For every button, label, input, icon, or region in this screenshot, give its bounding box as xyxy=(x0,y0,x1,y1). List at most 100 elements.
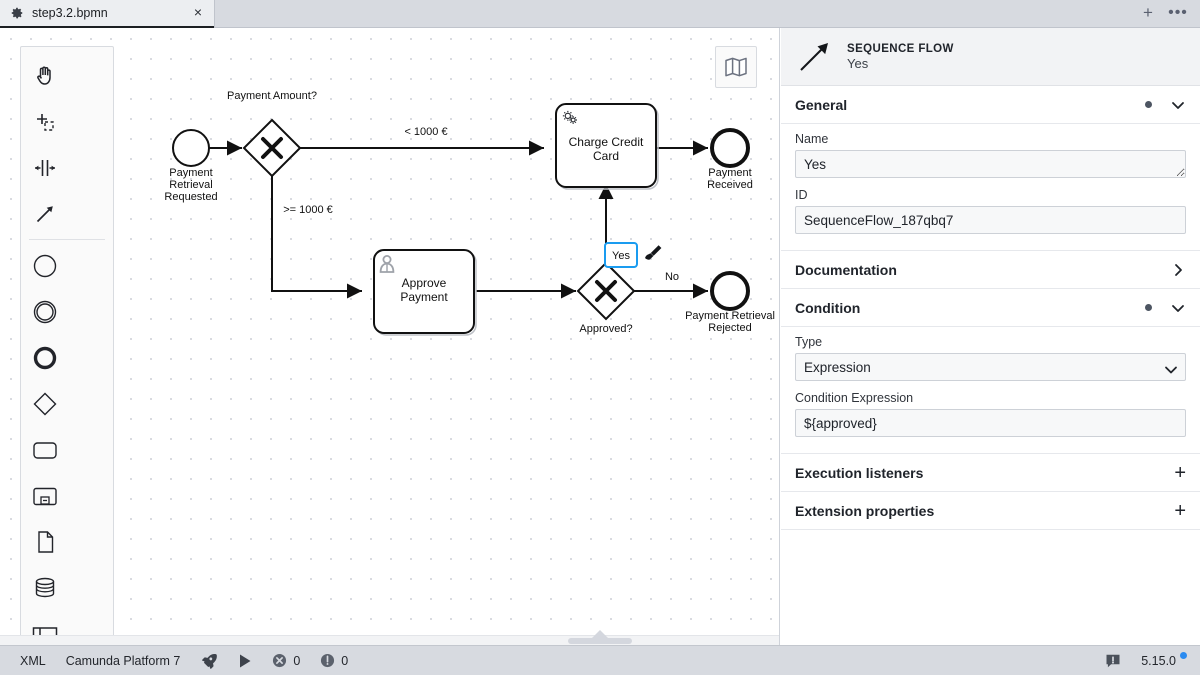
create-data-store-button[interactable] xyxy=(21,565,68,611)
end-event-payment-rejected-shape[interactable] xyxy=(712,273,748,309)
group-status-dot-condition xyxy=(1145,304,1152,311)
create-gateway-button[interactable] xyxy=(21,381,68,427)
new-tab-button[interactable]: + xyxy=(1136,2,1160,24)
gear-icon xyxy=(10,6,24,20)
deploy-button[interactable] xyxy=(190,646,228,675)
bpmn-canvas[interactable]: Payment Amount? Payment Retrieval Reques… xyxy=(0,28,780,645)
create-intermediate-event-button[interactable] xyxy=(21,289,68,335)
palette-tools xyxy=(21,53,113,237)
label-task-charge-credit-card-l2: Card xyxy=(593,149,619,163)
condition-expression-input[interactable] xyxy=(795,409,1186,437)
label-task-charge-credit-card: Charge Credit xyxy=(569,135,644,149)
feedback-icon xyxy=(1105,653,1121,669)
field-condition-expression: Condition Expression xyxy=(795,391,1186,437)
global-connect-tool-button[interactable] xyxy=(21,191,68,237)
error-icon xyxy=(272,653,287,668)
warning-count-button[interactable]: 0 xyxy=(310,646,358,675)
start-event-icon xyxy=(31,252,59,280)
field-label-condition-expression: Condition Expression xyxy=(795,391,1186,405)
field-label-name: Name xyxy=(795,132,1186,146)
task-icon xyxy=(30,436,60,464)
engine-profile-button[interactable]: Camunda Platform 7 xyxy=(56,646,191,675)
add-extension-property-button[interactable]: + xyxy=(1174,504,1186,518)
minimap-toggle-icon xyxy=(724,56,748,78)
label-task-approve-payment-l2: Payment xyxy=(400,290,448,304)
xml-label: XML xyxy=(20,654,46,668)
field-label-type: Type xyxy=(795,335,1186,349)
bpmn-diagram: Payment Amount? Payment Retrieval Reques… xyxy=(0,28,780,645)
data-store-icon xyxy=(31,574,59,602)
label-start-event-l2: Retrieval xyxy=(169,179,212,191)
start-event-shape[interactable] xyxy=(173,130,209,166)
label-gateway-payment-amount: Payment Amount? xyxy=(227,90,317,102)
label-flow-less-1000: < 1000 € xyxy=(404,126,447,138)
tab-step3-2-bpmn[interactable]: step3.2.bpmn × xyxy=(0,0,215,27)
lasso-tool-icon xyxy=(33,110,57,134)
gateway-payment-amount-shape[interactable] xyxy=(244,120,300,176)
label-flow-no: No xyxy=(665,271,679,283)
chevron-right-icon[interactable] xyxy=(1170,262,1186,278)
label-task-approve-payment: Approve xyxy=(402,276,447,290)
group-header-extension-properties[interactable]: Extension properties + xyxy=(781,492,1200,530)
intermediate-event-icon xyxy=(31,298,59,326)
group-title-documentation: Documentation xyxy=(795,262,1170,278)
data-object-icon xyxy=(31,528,59,556)
subprocess-icon xyxy=(30,482,60,510)
status-bar: XML Camunda Platform 7 0 xyxy=(0,645,1200,675)
space-tool-button[interactable] xyxy=(21,145,68,191)
group-title-extension-properties: Extension properties xyxy=(795,503,1174,519)
tab-title: step3.2.bpmn xyxy=(32,6,182,20)
group-title-general: General xyxy=(795,97,1145,113)
chevron-down-icon[interactable] xyxy=(1170,97,1186,113)
label-start-event: Payment xyxy=(169,167,212,179)
canvas-scrollbar-thumb[interactable] xyxy=(568,638,632,644)
minimap-toggle-button[interactable] xyxy=(715,46,757,88)
create-start-event-button[interactable] xyxy=(21,243,68,289)
run-button[interactable] xyxy=(228,646,262,675)
feedback-button[interactable] xyxy=(1095,646,1131,675)
group-body-condition: Type Expression Condition Expression xyxy=(781,327,1200,454)
xml-view-button[interactable]: XML xyxy=(10,646,56,675)
properties-header-text: SEQUENCE FLOW Yes xyxy=(847,43,954,71)
error-count-button[interactable]: 0 xyxy=(262,646,310,675)
group-title-condition: Condition xyxy=(795,300,1145,316)
canvas-horizontal-scrollbar[interactable] xyxy=(0,635,780,645)
engine-label: Camunda Platform 7 xyxy=(66,654,181,668)
properties-header: SEQUENCE FLOW Yes xyxy=(781,28,1200,86)
group-header-documentation[interactable]: Documentation xyxy=(781,251,1200,289)
lasso-tool-button[interactable] xyxy=(21,99,68,145)
create-task-button[interactable] xyxy=(21,427,68,473)
chevron-down-icon-condition[interactable] xyxy=(1170,300,1186,316)
create-subprocess-button[interactable] xyxy=(21,473,68,519)
tab-bar-more-button[interactable]: ••• xyxy=(1166,2,1190,24)
tab-close-icon[interactable]: × xyxy=(190,5,206,21)
create-end-event-button[interactable] xyxy=(21,335,68,381)
condition-type-select[interactable]: Expression xyxy=(795,353,1186,381)
global-connect-tool-icon xyxy=(33,202,57,226)
rocket-icon xyxy=(200,652,218,670)
warning-icon xyxy=(320,653,335,668)
label-gateway-approved: Approved? xyxy=(579,323,632,335)
group-header-execution-listeners[interactable]: Execution listeners + xyxy=(781,454,1200,492)
group-header-condition[interactable]: Condition xyxy=(781,289,1200,327)
update-available-dot xyxy=(1180,652,1187,659)
set-color-icon[interactable] xyxy=(645,245,661,260)
play-icon xyxy=(238,653,252,669)
properties-element-name: Yes xyxy=(847,56,954,71)
label-start-event-l3: Requested xyxy=(164,191,217,203)
name-input[interactable]: Yes xyxy=(795,150,1186,178)
add-execution-listener-button[interactable]: + xyxy=(1174,466,1186,480)
create-data-object-button[interactable] xyxy=(21,519,68,565)
label-end-payment-received: Payment xyxy=(708,167,751,179)
end-event-icon xyxy=(31,344,59,372)
group-header-general[interactable]: General xyxy=(781,86,1200,124)
gateway-approved-shape[interactable] xyxy=(578,263,634,319)
end-event-payment-received-shape[interactable] xyxy=(712,130,748,166)
hand-tool-button[interactable] xyxy=(21,53,68,99)
label-end-payment-received-l2: Received xyxy=(707,179,753,191)
sequence-flow-icon xyxy=(795,37,835,77)
version-button[interactable]: 5.15.0 xyxy=(1131,646,1190,675)
flow-gte-1000[interactable] xyxy=(272,175,362,291)
bpmn-modeler-window: step3.2.bpmn × + ••• xyxy=(0,0,1200,675)
id-input[interactable] xyxy=(795,206,1186,234)
